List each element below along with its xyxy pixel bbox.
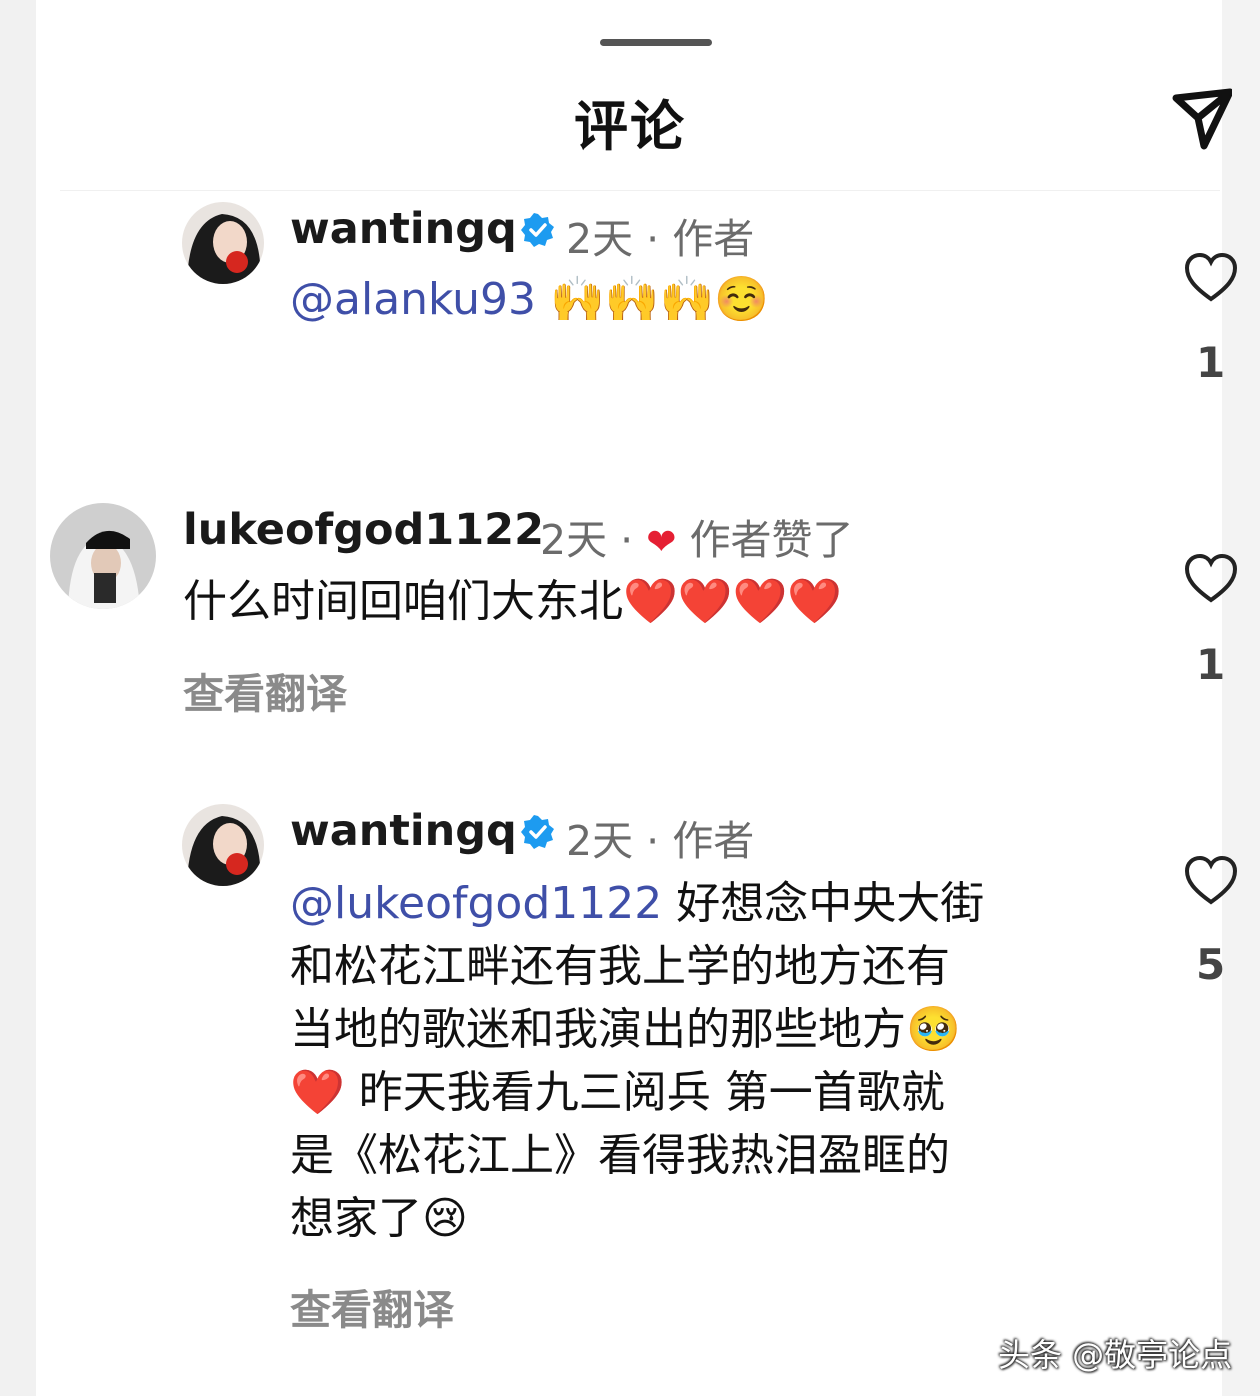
comment-text: 什么时间回咱们大东北❤️❤️❤️❤️ <box>183 570 842 633</box>
author-liked-heart-icon: ❤ <box>646 522 677 563</box>
verified-badge-icon <box>521 213 554 247</box>
page-title: 评论 <box>574 95 686 158</box>
comment-line: 是《松花江上》看得我热泪盈眶的 <box>290 1130 950 1181</box>
comment-time: 2天 <box>540 516 608 564</box>
mention-link[interactable]: @alanku93 <box>290 274 536 325</box>
like-count: 1 <box>1196 640 1226 689</box>
comment-meta: 2天 · 作者 <box>566 807 754 867</box>
like-count: 1 <box>1196 338 1226 387</box>
emoji-group: 🙌🙌🙌☺️ <box>550 274 770 325</box>
comment-line: ❤️ 昨天我看九三阅兵 第一首歌就 <box>290 1067 945 1118</box>
comment-body: 什么时间回咱们大东北 <box>183 576 623 627</box>
comment-line: 想家了😢 <box>290 1193 468 1244</box>
like-count: 5 <box>1196 940 1226 989</box>
comment-meta: 2天 · ❤ 作者赞了 <box>540 506 853 566</box>
emoji-group: ❤️❤️❤️❤️ <box>623 576 843 627</box>
mention-link[interactable]: @lukeofgod1122 <box>290 878 662 929</box>
comment-text: @lukeofgod1122 好想念中央大街 和松花江畔还有我上学的地方还有 当… <box>290 872 1110 1250</box>
avatar[interactable] <box>50 503 156 609</box>
left-edge <box>0 0 36 1396</box>
comment-username[interactable]: wantingq <box>290 204 517 254</box>
meta-separator: · <box>646 817 660 865</box>
see-translation-link[interactable]: 查看翻译 <box>183 660 347 720</box>
like-heart-icon[interactable] <box>1184 252 1238 306</box>
share-icon[interactable] <box>1172 84 1232 152</box>
comment-username[interactable]: wantingq <box>290 806 517 856</box>
meta-separator: · <box>646 215 660 263</box>
watermark: 头条 @敬亭论点 <box>998 1336 1233 1374</box>
comment-line: 好想念中央大街 <box>662 878 985 929</box>
like-heart-icon[interactable] <box>1184 553 1238 607</box>
author-tag: 作者 <box>672 817 755 865</box>
header-divider <box>60 190 1220 191</box>
author-tag: 作者 <box>672 215 755 263</box>
right-edge <box>1222 0 1260 1396</box>
avatar[interactable] <box>182 804 264 886</box>
comment-text: @alanku93 🙌🙌🙌☺️ <box>290 268 769 331</box>
avatar[interactable] <box>182 202 264 284</box>
comment-line: 和松花江畔还有我上学的地方还有 <box>290 941 950 992</box>
comment-username[interactable]: lukeofgod1122 <box>183 505 544 555</box>
comment-line: 当地的歌迷和我演出的那些地方🥹 <box>290 1004 961 1055</box>
author-liked-tag: 作者赞了 <box>689 516 854 564</box>
comment-meta: 2天 · 作者 <box>566 205 754 265</box>
see-translation-link[interactable]: 查看翻译 <box>290 1276 454 1336</box>
comment-time: 2天 <box>566 215 634 263</box>
comment-time: 2天 <box>566 817 634 865</box>
like-heart-icon[interactable] <box>1184 855 1238 909</box>
verified-badge-icon <box>521 815 554 849</box>
meta-separator: · <box>620 516 634 564</box>
drag-handle[interactable] <box>600 39 712 46</box>
